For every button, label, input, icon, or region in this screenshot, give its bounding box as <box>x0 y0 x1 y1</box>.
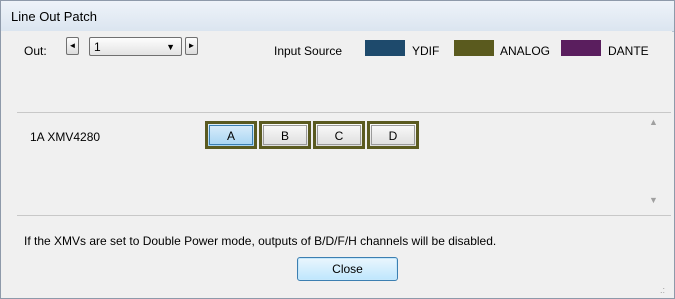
title-bar[interactable]: Line Out Patch <box>1 1 674 32</box>
legend-label-ydif: YDIF <box>412 44 440 58</box>
legend-label-analog: ANALOG <box>500 44 551 58</box>
device-name: 1A XMV4280 <box>30 130 101 144</box>
legend-swatch-dante <box>561 40 601 56</box>
vertical-scrollbar[interactable]: ▲ ▼ <box>645 114 662 212</box>
scroll-down-icon[interactable]: ▼ <box>645 192 662 209</box>
channel-button-a[interactable]: A <box>205 121 257 149</box>
out-next-button[interactable]: ► <box>185 37 198 55</box>
legend-swatch-analog <box>454 40 494 56</box>
channel-label-a: A <box>209 125 253 145</box>
channel-label-b: B <box>263 125 307 145</box>
channel-button-b[interactable]: B <box>259 121 311 149</box>
out-select-value: 1 <box>94 40 101 54</box>
channel-button-c[interactable]: C <box>313 121 365 149</box>
channel-label-d: D <box>371 125 415 145</box>
input-source-label: Input Source <box>274 44 343 58</box>
channel-button-d[interactable]: D <box>367 121 419 149</box>
out-select[interactable]: 1 ▼ <box>89 37 182 56</box>
out-prev-button[interactable]: ◄ <box>66 37 79 55</box>
double-power-note: If the XMVs are set to Double Power mode… <box>24 234 497 248</box>
close-button[interactable]: Close <box>297 257 398 281</box>
right-arrow-icon: ► <box>187 41 196 50</box>
chevron-down-icon: ▼ <box>166 42 175 52</box>
channel-label-c: C <box>317 125 361 145</box>
resize-grip-icon[interactable]: .: <box>660 285 665 295</box>
left-arrow-icon: ◄ <box>68 41 77 50</box>
scroll-up-icon[interactable]: ▲ <box>645 114 662 131</box>
dialog-title: Line Out Patch <box>11 9 97 24</box>
out-label: Out: <box>24 44 47 58</box>
legend-label-dante: DANTE <box>608 44 649 58</box>
legend-swatch-ydif <box>365 40 405 56</box>
